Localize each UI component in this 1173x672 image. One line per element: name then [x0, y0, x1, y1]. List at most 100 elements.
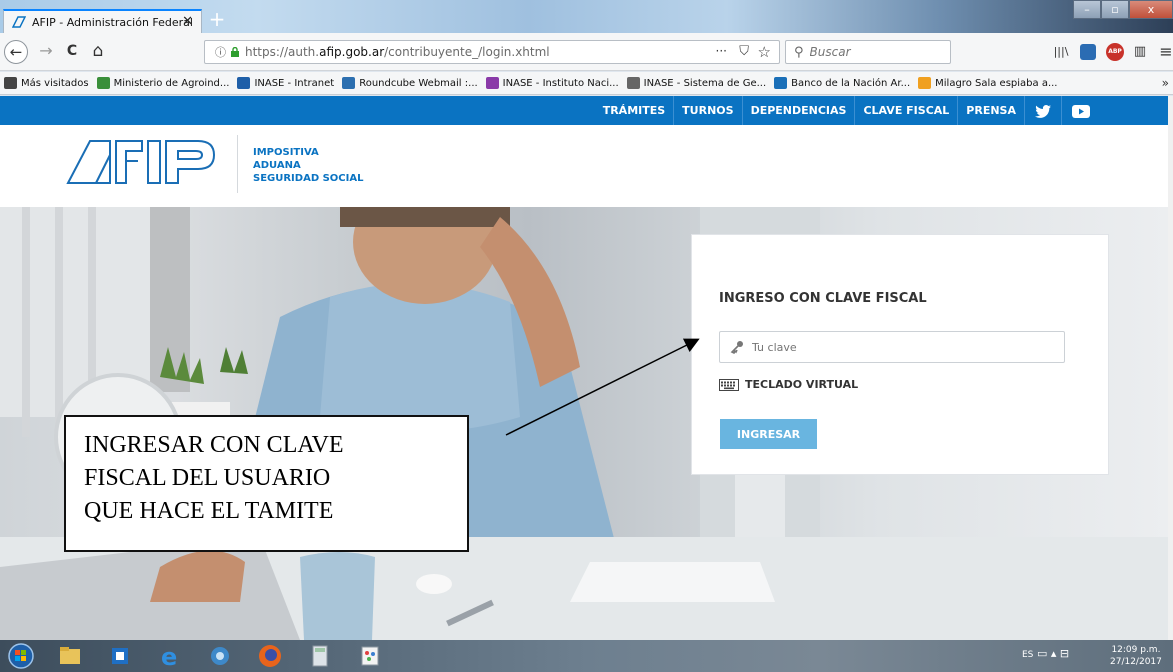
bank-icon: [774, 77, 788, 89]
system-clock[interactable]: 12:09 p.m. 27/12/2017: [1110, 644, 1162, 668]
password-input[interactable]: [752, 340, 1052, 354]
minimize-button[interactable]: –: [1073, 0, 1101, 19]
bookmarks-bar: Más visitados Ministerio de Agroind... INA…: [0, 72, 1173, 95]
afip-nav-link[interactable]: TRÁMITES: [595, 96, 673, 125]
virtual-keyboard-label: TECLADO VIRTUAL: [745, 378, 859, 391]
bookmark-label: Roundcube Webmail :...: [359, 77, 478, 89]
pocket-icon[interactable]: ⛉: [739, 44, 749, 59]
login-title: INGRESO CON CLAVE FISCAL: [719, 291, 927, 306]
afip-nav-link[interactable]: PRENSA: [957, 96, 1024, 125]
url-domain: afip.gob.ar: [319, 45, 385, 59]
virtual-keyboard-link[interactable]: TECLADO VIRTUAL: [719, 378, 858, 391]
back-button[interactable]: ←: [4, 40, 28, 64]
bookmark-label: INASE - Sistema de Ge...: [643, 77, 767, 89]
bookmark-label: Milagro Sala espiaba a...: [935, 77, 1058, 89]
page-scrollbar[interactable]: [1168, 96, 1173, 640]
library-icon[interactable]: |||\: [1051, 42, 1071, 62]
bookmark-star-icon[interactable]: ☆: [758, 43, 771, 61]
bookmark-item[interactable]: INASE - Sistema de Ge...: [626, 77, 767, 89]
reload-button[interactable]: C: [60, 40, 84, 64]
bookmark-item[interactable]: Más visitados: [4, 77, 89, 89]
browser-titlebar: AFIP - Administración Federal ✕ + – ▫ x: [0, 0, 1173, 33]
bookmark-item[interactable]: Ministerio de Agroind...: [96, 77, 230, 89]
tray-icons[interactable]: ▭ ▴ ⊟: [1037, 647, 1069, 660]
address-bar[interactable]: ⓘ https://auth. afip.gob.ar/contribuyente…: [204, 40, 780, 64]
page-actions-icon[interactable]: ···: [716, 44, 727, 58]
clock-time: 12:09 p.m.: [1111, 645, 1161, 655]
tagline-impositiva: IMPOSITIVA: [253, 147, 319, 158]
bookmark-item[interactable]: INASE - Instituto Naci...: [485, 77, 619, 89]
tab-title: AFIP - Administración Federal: [32, 15, 193, 29]
window-controls: – ▫ x: [1073, 0, 1173, 20]
keyboard-icon: [719, 378, 739, 391]
clock-date: 27/12/2017: [1110, 657, 1162, 667]
inase-logo-icon: [485, 77, 499, 89]
annotation-callout: INGRESAR CON CLAVE FISCAL DEL USUARIO QU…: [64, 415, 469, 552]
menu-icon[interactable]: ≡: [1156, 42, 1173, 62]
url-path: /contribuyente_/login.xhtml: [384, 45, 550, 59]
callout-line-3: QUE HACE EL TAMITE: [84, 498, 334, 524]
afip-nav-link[interactable]: DEPENDENCIAS: [741, 96, 855, 125]
bookmark-item[interactable]: Banco de la Nación Ar...: [774, 77, 910, 89]
bookmark-item[interactable]: Milagro Sala espiaba a...: [918, 77, 1057, 89]
lock-icon: [231, 47, 239, 57]
home-button[interactable]: ⌂: [86, 40, 110, 64]
bookmark-label: Más visitados: [21, 77, 89, 89]
extension-chart-icon[interactable]: [1080, 44, 1096, 60]
password-field[interactable]: [719, 331, 1065, 363]
afip-logo[interactable]: [66, 139, 218, 185]
navigation-toolbar: ← → C ⌂ ⓘ https://auth. afip.gob.ar/contr…: [0, 33, 1173, 71]
start-orb-icon[interactable]: [6, 642, 36, 670]
url-prefix: https://auth.: [245, 45, 320, 59]
bookmarks-overflow-icon[interactable]: »: [1162, 76, 1169, 90]
svg-text:e: e: [161, 643, 177, 670]
afip-tagline: IMPOSITIVA ADUANA SEGURIDAD SOCIAL: [253, 146, 363, 185]
afip-favicon-icon: [12, 16, 26, 28]
gear-icon: [4, 77, 17, 89]
bookmark-item[interactable]: Roundcube Webmail :...: [342, 77, 478, 89]
maximize-button[interactable]: ▫: [1101, 0, 1129, 19]
afip-top-nav: TRÁMITES TURNOS DEPENDENCIAS CLAVE FISCAL PR…: [0, 96, 1173, 125]
site-info-icon[interactable]: ⓘ: [215, 44, 226, 60]
browser-tab[interactable]: AFIP - Administración Federal ✕: [3, 9, 202, 33]
youtube-icon[interactable]: [1061, 96, 1100, 125]
bookmark-label: Ministerio de Agroind...: [113, 77, 230, 89]
paint-icon[interactable]: [350, 642, 390, 670]
screen: AFIP - Administración Federal ✕ + – ▫ x …: [0, 0, 1173, 672]
news-icon: [918, 77, 932, 89]
adblock-plus-icon[interactable]: ABP: [1106, 43, 1124, 61]
afip-nav-link[interactable]: CLAVE FISCAL: [854, 96, 957, 125]
bookmark-label: Banco de la Nación Ar...: [791, 77, 911, 89]
close-window-button[interactable]: x: [1129, 0, 1173, 19]
language-indicator[interactable]: ES: [1022, 650, 1033, 660]
tab-close-icon[interactable]: ✕: [182, 14, 193, 29]
file-explorer-icon[interactable]: [50, 642, 90, 670]
forward-button[interactable]: →: [34, 40, 58, 64]
search-bar[interactable]: ⚲: [785, 40, 951, 64]
search-input[interactable]: [809, 45, 930, 59]
inase-icon: [237, 77, 251, 89]
calculator-icon[interactable]: [300, 642, 340, 670]
afip-nav-link[interactable]: TURNOS: [673, 96, 741, 125]
network-icon[interactable]: [200, 642, 240, 670]
windows-taskbar: e ES ▭ ▴ ⊟ 12:09 p.m. 27/12/2017: [0, 640, 1173, 672]
mail-icon: [342, 77, 356, 89]
twitter-icon[interactable]: [1024, 96, 1061, 125]
bookmark-item[interactable]: INASE - Intranet: [237, 77, 334, 89]
login-panel: INGRESO CON CLAVE FISCAL TECLADO VIRTUAL…: [691, 234, 1109, 475]
new-tab-button[interactable]: +: [206, 9, 228, 31]
login-submit-button[interactable]: INGRESAR: [720, 419, 817, 449]
search-icon: ⚲: [794, 44, 804, 60]
outlook-icon[interactable]: [100, 642, 140, 670]
tagline-aduana: ADUANA: [253, 160, 301, 171]
key-icon: [730, 341, 743, 354]
callout-line-2: FISCAL DEL USUARIO: [84, 465, 331, 491]
callout-line-1: INGRESAR CON CLAVE: [84, 432, 344, 458]
firefox-icon[interactable]: [250, 642, 290, 670]
tagline-seguridad-social: SEGURIDAD SOCIAL: [253, 173, 364, 184]
sidebar-icon[interactable]: ▥: [1130, 42, 1150, 62]
afip-top-links: TRÁMITES TURNOS DEPENDENCIAS CLAVE FISCAL PR…: [595, 96, 1100, 125]
internet-explorer-icon[interactable]: e: [150, 642, 190, 670]
bookmark-label: INASE - Instituto Naci...: [502, 77, 619, 89]
leaf-icon: [96, 77, 110, 89]
